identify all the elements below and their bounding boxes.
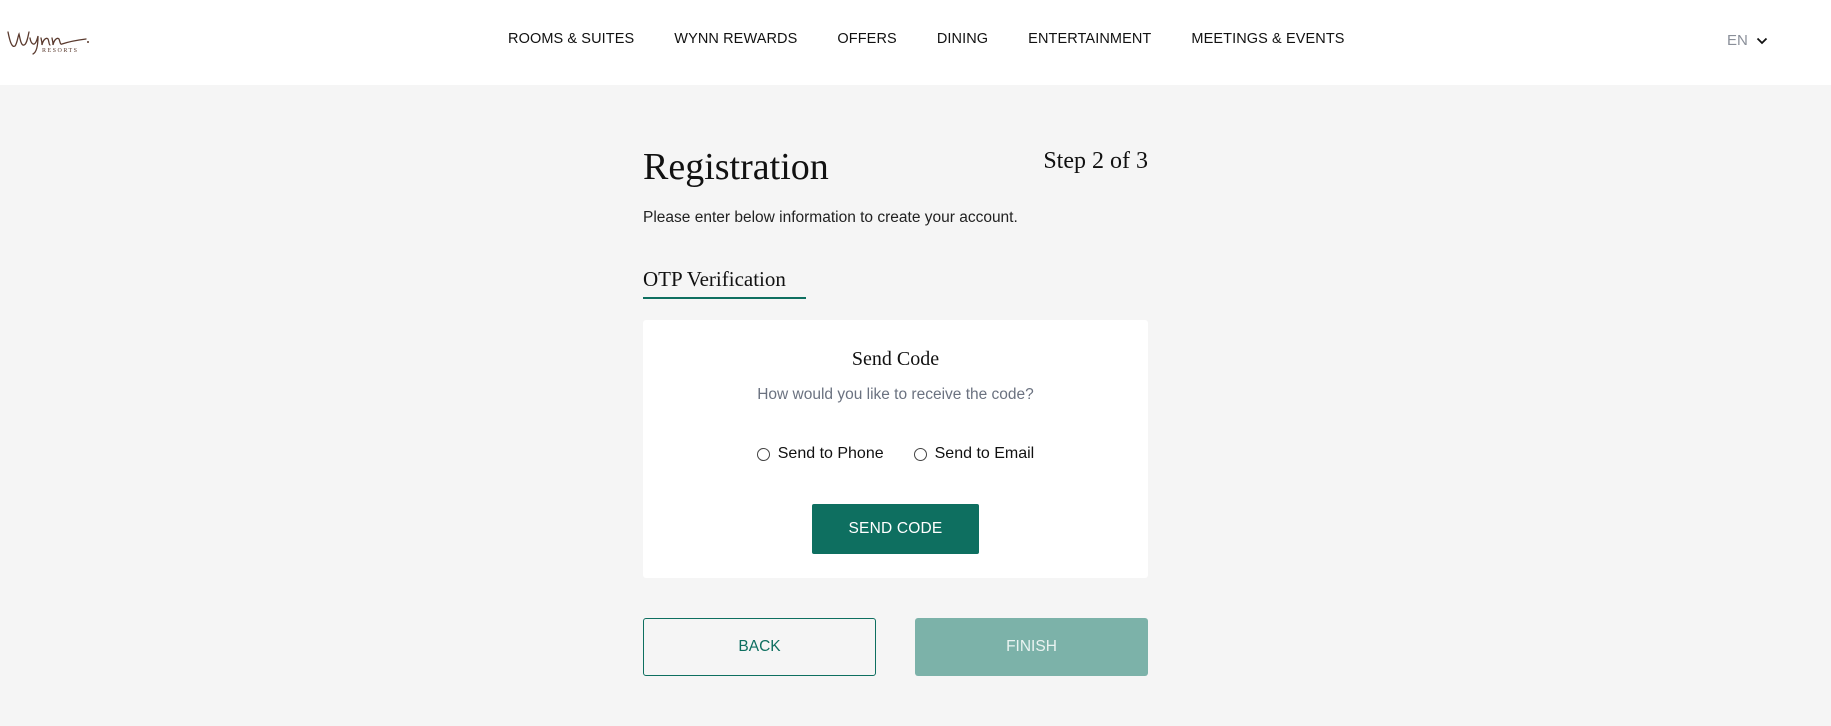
tab-otp-verification: OTP Verification xyxy=(643,267,806,299)
main-nav: ROOMS & SUITES WYNN REWARDS OFFERS DININ… xyxy=(508,31,1345,51)
nav-wynn-rewards[interactable]: WYNN REWARDS xyxy=(674,31,797,51)
nav-meetings-events[interactable]: MEETINGS & EVENTS xyxy=(1191,31,1344,51)
language-label: EN xyxy=(1727,32,1748,49)
chevron-down-icon xyxy=(1756,37,1767,44)
nav-entertainment[interactable]: ENTERTAINMENT xyxy=(1028,31,1151,51)
card-question: How would you like to receive the code? xyxy=(757,386,1034,403)
logo-subtext: RESORTS xyxy=(42,48,79,54)
page-subtitle: Please enter below information to create… xyxy=(643,209,1018,226)
radio-send-to-email[interactable]: Send to Email xyxy=(913,445,1035,463)
language-selector[interactable]: EN xyxy=(1727,32,1768,49)
radio-label-phone: Send to Phone xyxy=(777,445,884,462)
delivery-method-group: Send to Phone Send to Email xyxy=(643,445,1148,463)
radio-button-email[interactable] xyxy=(913,447,927,461)
nav-rooms-suites[interactable]: ROOMS & SUITES xyxy=(508,31,634,51)
wynn-logo-script xyxy=(7,31,89,55)
wynn-logo[interactable]: RESORTS xyxy=(6,20,90,60)
nav-offers[interactable]: OFFERS xyxy=(837,31,896,51)
send-code-button[interactable]: SEND CODE xyxy=(812,504,979,554)
send-code-card: Send Code How would you like to receive … xyxy=(643,320,1148,578)
step-indicator: Step 2 of 3 xyxy=(1043,148,1148,174)
radio-label-email: Send to Email xyxy=(934,445,1035,462)
card-title: Send Code xyxy=(851,348,940,370)
site-header: RESORTS ROOMS & SUITES WYNN REWARDS OFFE… xyxy=(0,0,1831,85)
nav-dining[interactable]: DINING xyxy=(937,31,988,51)
back-button[interactable]: BACK xyxy=(643,618,876,676)
page-title: Registration xyxy=(643,146,829,188)
radio-send-to-phone[interactable]: Send to Phone xyxy=(756,445,884,463)
finish-button[interactable]: FINISH xyxy=(915,618,1148,676)
radio-button-phone[interactable] xyxy=(756,447,770,461)
